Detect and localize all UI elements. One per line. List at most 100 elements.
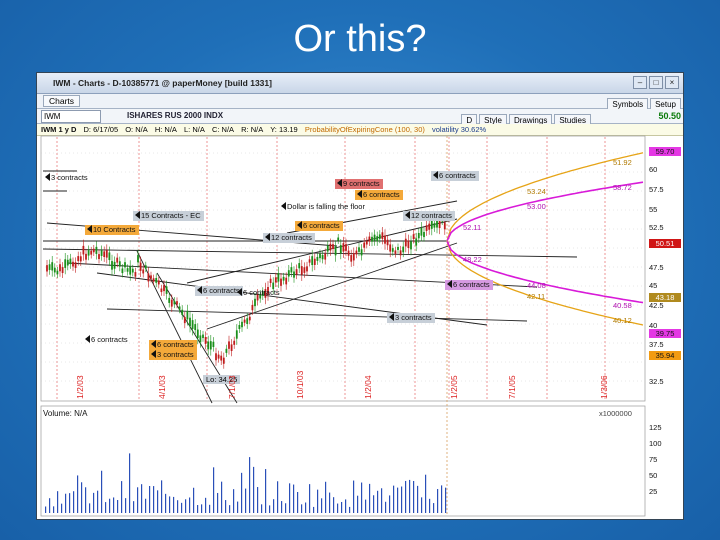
candle-body	[243, 319, 246, 323]
candle-body	[124, 262, 126, 268]
candle-body	[209, 341, 212, 350]
volume-bar	[269, 505, 271, 513]
candle-body	[280, 278, 282, 286]
candle-body	[163, 285, 165, 292]
volume-bar	[397, 487, 399, 513]
candle-body	[433, 223, 436, 228]
volume-bar	[153, 486, 155, 513]
volume-bar	[369, 483, 371, 513]
chart-window: IWM - Charts - D-10385771 @ paperMoney […	[36, 72, 684, 520]
volume-bar	[45, 506, 47, 513]
volume-bar	[133, 501, 135, 513]
volume-bar	[417, 485, 419, 513]
candle-body	[274, 277, 277, 283]
candle-body	[183, 316, 186, 324]
volume-bar	[353, 480, 355, 513]
candle-body	[404, 238, 407, 247]
volume-tick: 75	[649, 455, 658, 464]
volume-bar	[341, 501, 343, 513]
price-chart[interactable]	[37, 73, 684, 520]
price-tag: 59.70	[649, 147, 681, 156]
volume-bar	[213, 467, 215, 513]
candle-body	[196, 329, 199, 339]
candle-body	[176, 301, 178, 305]
candle-body	[352, 253, 355, 261]
volume-bar	[357, 495, 359, 513]
candle-body	[220, 355, 223, 361]
candle-body	[313, 258, 316, 265]
candle-body	[337, 237, 340, 241]
candle-body	[293, 271, 295, 278]
volume-bar	[73, 491, 75, 513]
volume-tick: 25	[649, 487, 658, 496]
volume-bar	[321, 498, 323, 513]
volume-bar	[169, 496, 171, 513]
volume-bar	[329, 492, 331, 513]
volume-bar	[109, 498, 111, 513]
arrow-left-icon	[337, 179, 342, 187]
volume-bar	[293, 484, 295, 513]
candle-body	[402, 246, 405, 253]
candle-body	[365, 240, 368, 245]
candle-body	[225, 348, 228, 353]
trade-callout: 10 Contracts	[85, 225, 139, 235]
candle-body	[425, 225, 428, 231]
price-tag: 39.75	[649, 329, 681, 338]
candle-body	[246, 318, 249, 324]
volume-bar	[89, 503, 91, 513]
trade-callout: 9 contracts	[335, 179, 383, 189]
cone-label: 48.22	[463, 255, 482, 264]
candle-body	[53, 267, 56, 273]
volume-bar	[53, 506, 55, 513]
candle-body	[251, 304, 254, 311]
trade-callout: 6 contracts	[235, 288, 283, 298]
candle-body	[69, 258, 72, 265]
volume-bar	[225, 500, 227, 513]
candle-body	[378, 234, 381, 239]
volume-bar	[261, 504, 263, 513]
candle-body	[134, 272, 137, 277]
candle-body	[438, 220, 441, 229]
volume-bar	[253, 466, 255, 513]
volume-bar	[145, 498, 147, 513]
candle-body	[384, 235, 386, 244]
volume-bar	[405, 480, 407, 513]
volume-bar	[185, 499, 187, 513]
candle-body	[306, 266, 308, 272]
candle-body	[61, 267, 64, 274]
candle-body	[290, 267, 293, 273]
volume-bar	[205, 497, 207, 513]
volume-bar	[429, 498, 431, 513]
candle-body	[300, 266, 303, 275]
candle-body	[430, 219, 433, 229]
candle-body	[386, 239, 389, 246]
cone-label: 51.92	[613, 158, 632, 167]
volume-label: Volume: N/A	[43, 409, 88, 418]
trade-callout: 6 contracts	[295, 221, 343, 231]
candle-body	[48, 264, 51, 270]
volume-bar	[101, 470, 103, 513]
candle-body	[98, 254, 100, 260]
volume-bar	[221, 481, 223, 513]
volume-bar	[149, 485, 151, 513]
candle-body	[108, 252, 111, 261]
candle-body	[394, 250, 397, 254]
arrow-left-icon	[135, 211, 140, 219]
trade-callout: Dollar is falling the floor	[279, 202, 368, 212]
candle-body	[360, 249, 363, 256]
candle-body	[233, 340, 236, 345]
arrow-left-icon	[357, 190, 362, 198]
candle-body	[72, 261, 74, 267]
candle-body	[152, 278, 155, 282]
candle-body	[376, 236, 379, 242]
volume-bar	[385, 501, 387, 513]
candle-body	[436, 220, 438, 228]
cone-label: 40.12	[613, 316, 632, 325]
candle-body	[217, 354, 220, 359]
candle-body	[222, 357, 225, 364]
volume-bar	[245, 488, 247, 513]
candle-body	[157, 280, 160, 285]
candle-body	[64, 259, 67, 268]
x-date: 10/1/03	[295, 370, 305, 399]
candle-body	[170, 299, 173, 307]
